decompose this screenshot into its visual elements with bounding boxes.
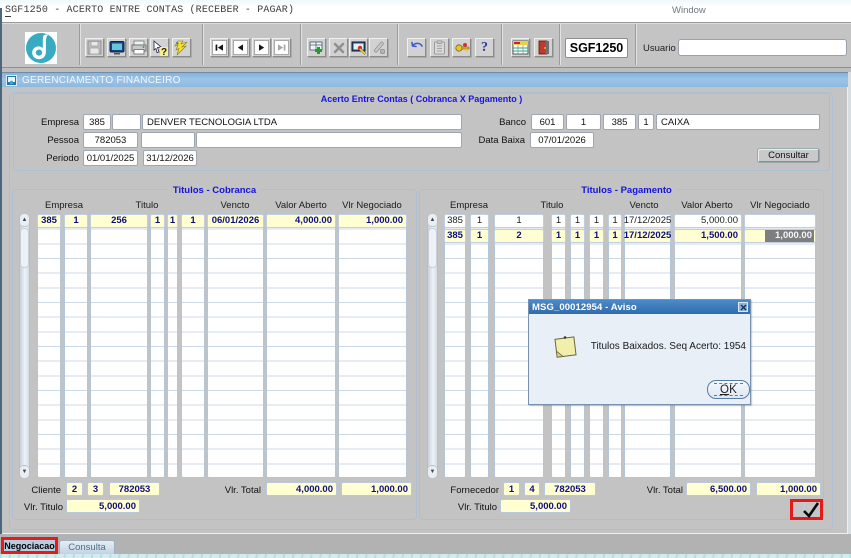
svg-text:?: ? [160, 47, 166, 56]
